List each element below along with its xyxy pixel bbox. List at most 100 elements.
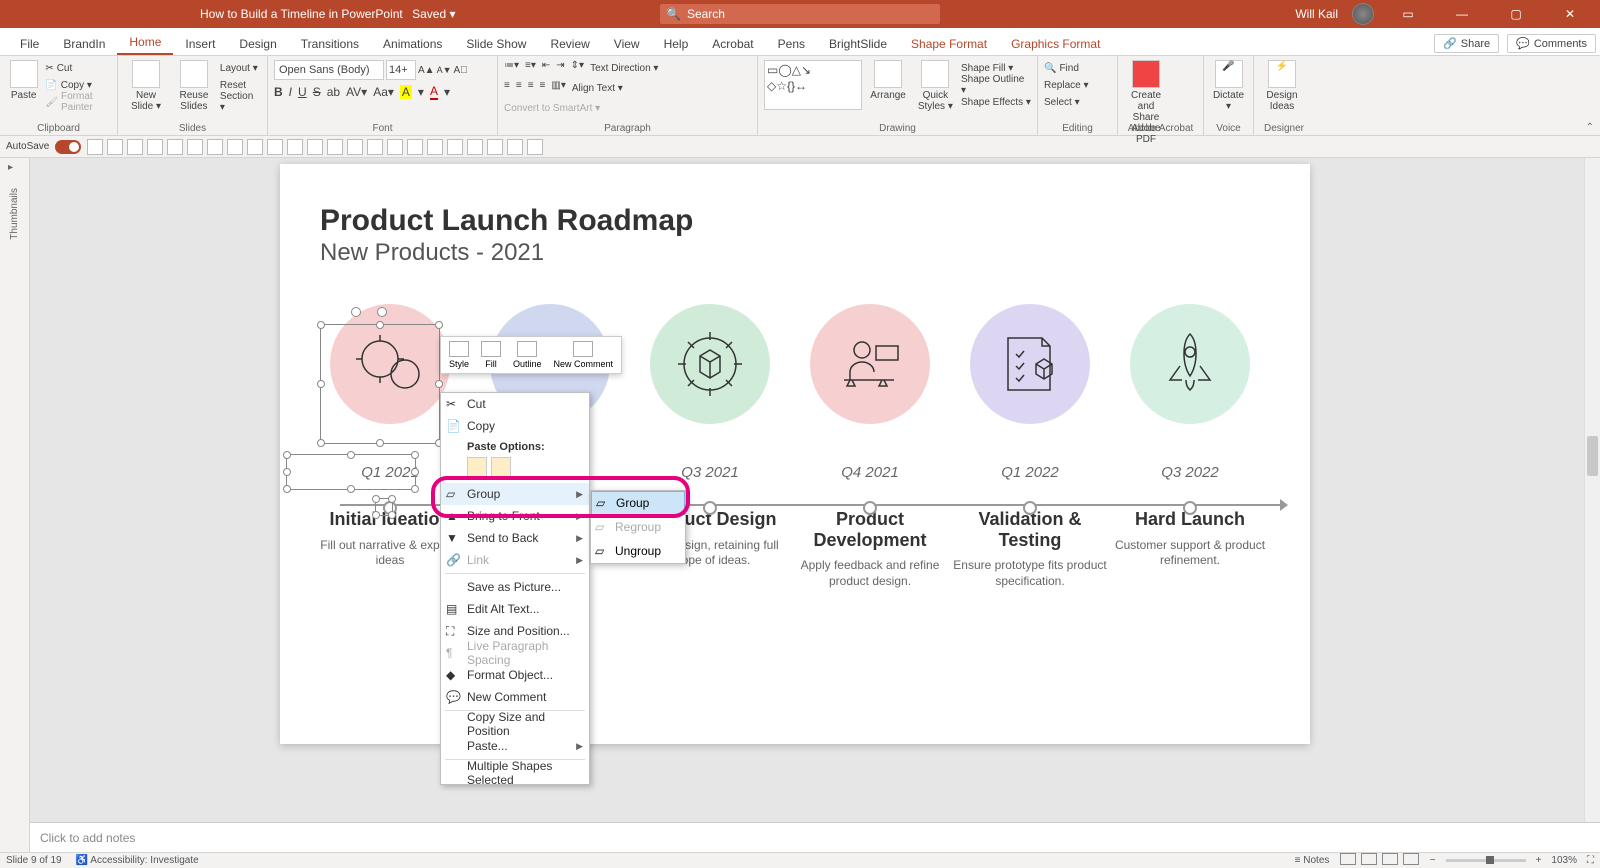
- slide[interactable]: Product Launch Roadmap New Products - 20…: [280, 164, 1310, 744]
- slide-subtitle[interactable]: New Products - 2021: [320, 239, 544, 267]
- shapes-gallery[interactable]: ▭◯△↘◇☆{}↔: [764, 60, 862, 110]
- menu-paste-sub[interactable]: Paste...▶: [441, 735, 589, 757]
- tab-help[interactable]: Help: [652, 31, 701, 55]
- tab-animations[interactable]: Animations: [371, 31, 454, 55]
- line-spacing-button[interactable]: ⇕▾: [571, 60, 584, 76]
- menu-copy[interactable]: 📄Copy: [441, 415, 589, 437]
- accessibility-status[interactable]: ♿ Accessibility: Investigate: [76, 855, 199, 866]
- qat-align-bottom-icon[interactable]: [407, 139, 423, 155]
- tab-acrobat[interactable]: Acrobat: [700, 31, 765, 55]
- expand-thumbnails-icon[interactable]: ▸: [8, 162, 13, 173]
- design-ideas-button[interactable]: ⚡Design Ideas: [1260, 60, 1304, 112]
- slide-title[interactable]: Product Launch Roadmap: [320, 204, 693, 238]
- user-name[interactable]: Will Kail: [1295, 7, 1338, 21]
- reuse-slides-button[interactable]: Reuse Slides: [172, 60, 216, 112]
- paste-use-theme-button[interactable]: [467, 457, 487, 477]
- timeline-item-4[interactable]: Q4 2021 Product Development Apply feedba…: [790, 304, 950, 590]
- save-state[interactable]: Saved ▾: [412, 7, 455, 21]
- slide-canvas[interactable]: Product Launch Roadmap New Products - 20…: [30, 158, 1600, 852]
- mini-outline-button[interactable]: Outline: [507, 339, 548, 371]
- scrollbar-thumb[interactable]: [1587, 436, 1598, 476]
- indent-dec-button[interactable]: ⇤: [542, 60, 550, 76]
- spacing-button[interactable]: AV▾: [346, 85, 367, 99]
- qat-align-top-icon[interactable]: [367, 139, 383, 155]
- bold-button[interactable]: B: [274, 85, 283, 99]
- menu-copy-size-position[interactable]: Copy Size and Position: [441, 713, 589, 735]
- columns-button[interactable]: ▥▾: [551, 80, 565, 96]
- tab-home[interactable]: Home: [117, 29, 173, 55]
- zoom-slider[interactable]: [1446, 859, 1526, 862]
- maximize-button[interactable]: ▢: [1496, 0, 1536, 28]
- menu-bring-to-front[interactable]: ▲Bring to Front▶: [441, 505, 589, 527]
- menu-send-to-back[interactable]: ▼Send to Back▶: [441, 527, 589, 549]
- timeline-item-6[interactable]: Q3 2022 Hard Launch Customer support & p…: [1110, 304, 1270, 569]
- font-name-combo[interactable]: Open Sans (Body): [274, 60, 384, 80]
- tab-slideshow[interactable]: Slide Show: [454, 31, 538, 55]
- tab-brandin[interactable]: BrandIn: [51, 31, 117, 55]
- selection-box-icon[interactable]: [320, 324, 440, 444]
- qat-ungroup-icon[interactable]: [487, 139, 503, 155]
- decrease-size-button[interactable]: A▼: [437, 65, 452, 75]
- zoom-level[interactable]: 103%: [1551, 855, 1577, 866]
- arrange-button[interactable]: Arrange: [866, 60, 909, 101]
- selection-box-dot[interactable]: [375, 498, 393, 516]
- tab-shape-format[interactable]: Shape Format: [899, 31, 999, 55]
- qat-group-icon[interactable]: [467, 139, 483, 155]
- menu-format-object[interactable]: ◆Format Object...: [441, 664, 589, 686]
- tab-view[interactable]: View: [602, 31, 652, 55]
- select-button[interactable]: Select ▾: [1044, 94, 1089, 110]
- tab-pens[interactable]: Pens: [766, 31, 817, 55]
- zoom-in-button[interactable]: +: [1536, 855, 1542, 866]
- align-text-button[interactable]: Align Text ▾: [572, 80, 623, 96]
- italic-button[interactable]: I: [289, 85, 292, 99]
- developer-icon[interactable]: [810, 304, 930, 424]
- section-button[interactable]: Section ▾: [220, 94, 261, 110]
- qat-sendback-icon[interactable]: [527, 139, 543, 155]
- mini-newcomment-button[interactable]: New Comment: [548, 339, 620, 371]
- notes-pane[interactable]: Click to add notes: [30, 822, 1600, 852]
- normal-view-button[interactable]: [1340, 853, 1356, 865]
- comments-button[interactable]: 💬Comments: [1507, 34, 1596, 53]
- qat-oval-icon[interactable]: [127, 139, 143, 155]
- cut-button[interactable]: ✂Cut: [45, 60, 111, 76]
- align-left-button[interactable]: ≡: [504, 80, 510, 96]
- mini-fill-button[interactable]: Fill: [475, 339, 507, 371]
- new-slide-button[interactable]: New Slide ▾: [124, 60, 168, 112]
- submenu-ungroup[interactable]: ▱Ungroup: [591, 539, 685, 563]
- quick-styles-button[interactable]: Quick Styles ▾: [914, 60, 957, 112]
- shape-effects-button[interactable]: Shape Effects ▾: [961, 94, 1031, 110]
- menu-edit-alt-text[interactable]: ▤Edit Alt Text...: [441, 598, 589, 620]
- user-avatar[interactable]: [1352, 3, 1374, 25]
- qat-fontcolor-icon[interactable]: [247, 139, 263, 155]
- clear-format-button[interactable]: A⃠: [454, 65, 468, 76]
- qat-align-left-icon[interactable]: [307, 139, 323, 155]
- layout-button[interactable]: Layout ▾: [220, 60, 261, 76]
- format-painter-button[interactable]: 🖌Format Painter: [45, 94, 111, 110]
- underline-button[interactable]: U: [298, 85, 307, 99]
- qat-line-icon[interactable]: [147, 139, 163, 155]
- qat-save-icon[interactable]: [87, 139, 103, 155]
- qat-distribute-h-icon[interactable]: [427, 139, 443, 155]
- qat-sub-icon[interactable]: [287, 139, 303, 155]
- gear-cube-icon[interactable]: [650, 304, 770, 424]
- qat-fill-icon[interactable]: [227, 139, 243, 155]
- tab-insert[interactable]: Insert: [173, 31, 227, 55]
- menu-group[interactable]: ▱Group▶: [441, 483, 589, 505]
- increase-size-button[interactable]: A▲: [418, 65, 435, 76]
- slide-count[interactable]: Slide 9 of 19: [6, 855, 62, 866]
- qat-bringfront-icon[interactable]: [507, 139, 523, 155]
- replace-button[interactable]: Replace ▾: [1044, 77, 1089, 93]
- slideshow-view-button[interactable]: [1403, 853, 1419, 865]
- smartart-button[interactable]: Convert to SmartArt ▾: [504, 100, 600, 116]
- close-button[interactable]: ✕: [1550, 0, 1590, 28]
- menu-cut[interactable]: ✂Cut: [441, 393, 589, 415]
- zoom-out-button[interactable]: −: [1430, 855, 1436, 866]
- tab-transitions[interactable]: Transitions: [289, 31, 371, 55]
- share-button[interactable]: 🔗Share: [1434, 34, 1499, 53]
- qat-distribute-v-icon[interactable]: [447, 139, 463, 155]
- collapse-ribbon-button[interactable]: ⌃: [1586, 122, 1594, 133]
- strike-button[interactable]: S: [313, 85, 321, 99]
- tab-design[interactable]: Design: [227, 31, 288, 55]
- highlight-button[interactable]: A: [400, 85, 412, 99]
- shadow-button[interactable]: ab: [327, 85, 340, 99]
